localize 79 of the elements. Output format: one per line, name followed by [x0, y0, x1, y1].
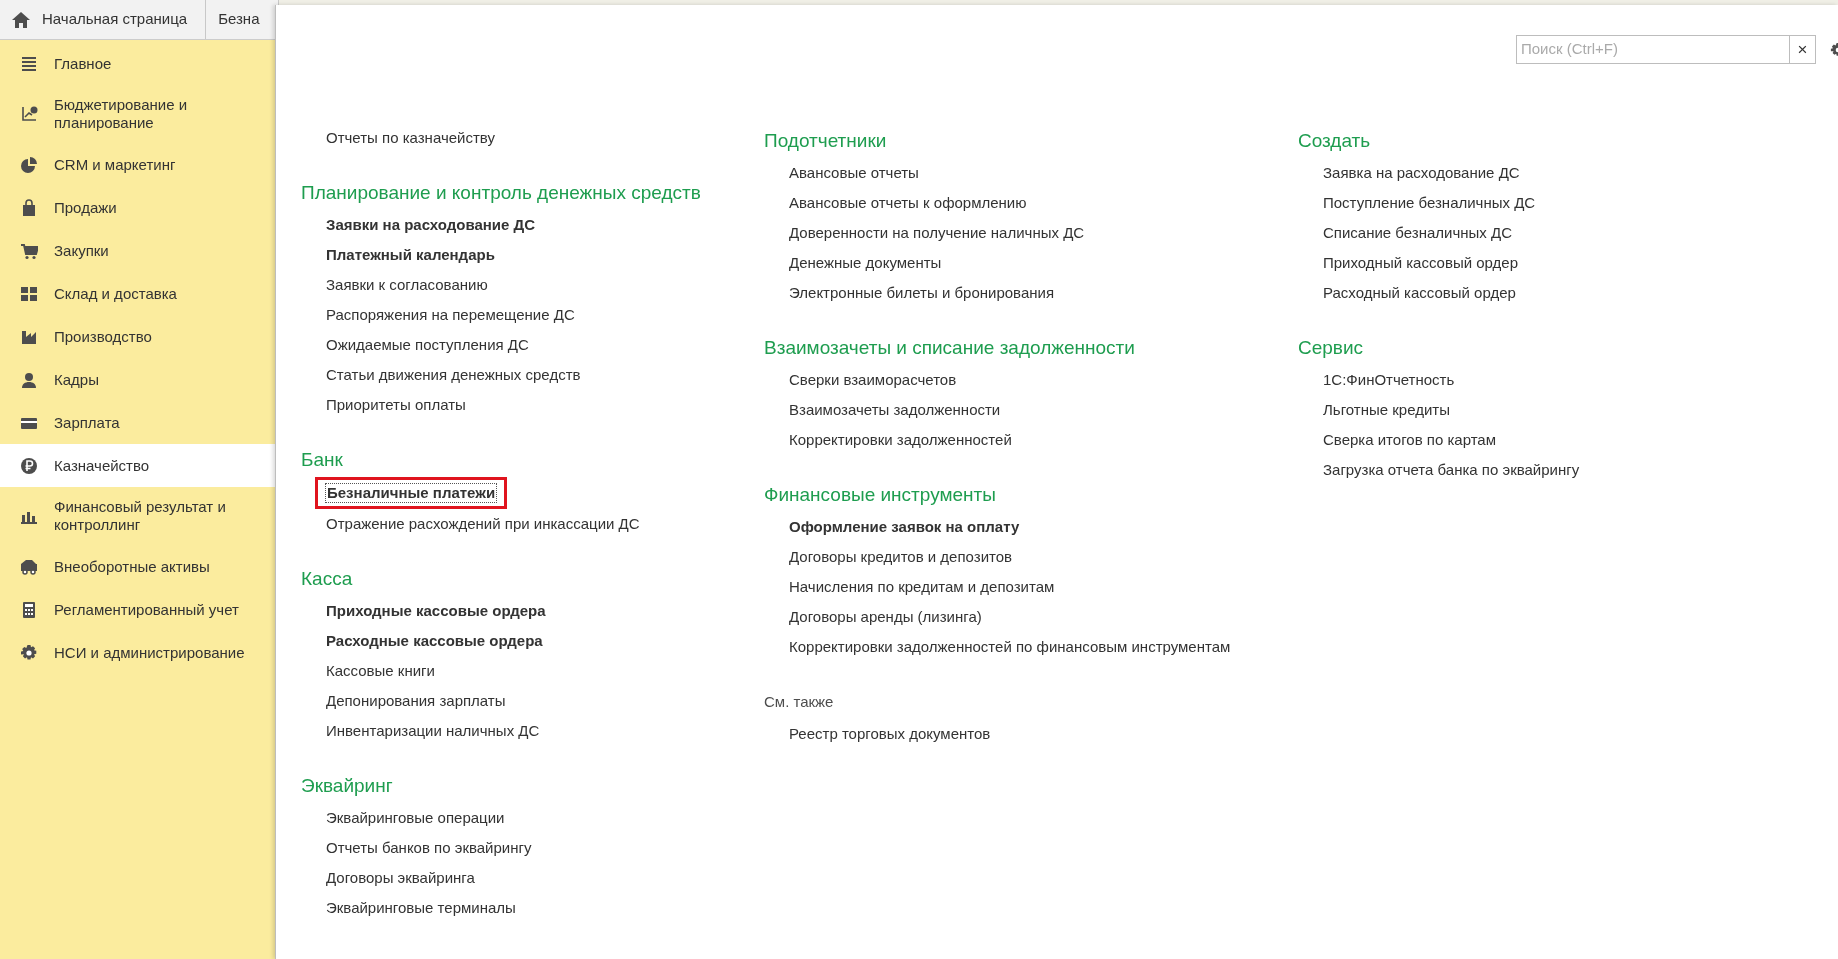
- menu-link[interactable]: Льготные кредиты: [1323, 395, 1838, 425]
- menu-link[interactable]: Статьи движения денежных средств: [326, 360, 764, 390]
- menu-link[interactable]: Расходные кассовые ордера: [326, 626, 764, 656]
- menu-link[interactable]: Ожидаемые поступления ДС: [326, 330, 764, 360]
- sidebar-item[interactable]: Закупки: [0, 229, 275, 272]
- sidebar-item[interactable]: Внеоборотные активы: [0, 545, 275, 588]
- menu-link[interactable]: Заявки к согласованию: [326, 270, 764, 300]
- cart-icon: [20, 241, 38, 260]
- pie-chart-icon: [20, 155, 38, 174]
- menu-link[interactable]: Электронные билеты и бронирования: [789, 278, 1298, 308]
- menu-link[interactable]: Инвентаризации наличных ДС: [326, 716, 764, 746]
- menu-link[interactable]: Загрузка отчета банка по эквайрингу: [1323, 455, 1838, 485]
- shopping-bag-icon: [20, 198, 38, 217]
- settings-icon: [20, 643, 38, 662]
- section-heading: Финансовые инструменты: [764, 483, 997, 507]
- sidebar-item[interactable]: Кадры: [0, 358, 275, 401]
- menu-link[interactable]: Безналичные платежи: [315, 477, 508, 509]
- menu-link[interactable]: Доверенности на получение наличных ДС: [789, 218, 1298, 248]
- person-icon: [20, 370, 38, 389]
- menu-link[interactable]: Начисления по кредитам и депозитам: [789, 572, 1298, 602]
- calculator-icon: [20, 600, 38, 619]
- sidebar-item[interactable]: Производство: [0, 315, 275, 358]
- menu-link[interactable]: Эквайринговые терминалы: [326, 893, 764, 923]
- menu-link[interactable]: Сверка итогов по картам: [1323, 425, 1838, 455]
- section-heading: Эквайринг: [301, 774, 394, 798]
- sidebar-item[interactable]: Бюджетирование и планирование: [0, 85, 275, 143]
- list-icon: [20, 54, 38, 73]
- menu-link[interactable]: Заявки на расходование ДС: [326, 210, 764, 240]
- menu-link[interactable]: Кассовые книги: [326, 656, 764, 686]
- menu-link[interactable]: Договоры эквайринга: [326, 863, 764, 893]
- menu-link[interactable]: Отчеты по казначейству: [326, 123, 764, 153]
- menu-link[interactable]: Отчеты банков по эквайрингу: [326, 833, 764, 863]
- section-heading: Касса: [301, 567, 354, 591]
- sidebar-item[interactable]: Склад и доставка: [0, 272, 275, 315]
- menu-link[interactable]: Приходные кассовые ордера: [326, 596, 764, 626]
- section-heading: Банк: [301, 448, 344, 472]
- sidebar-item[interactable]: Продажи: [0, 186, 275, 229]
- menu-link[interactable]: 1С:ФинОтчетность: [1323, 365, 1838, 395]
- menu-link[interactable]: Приходный кассовый ордер: [1323, 248, 1838, 278]
- sidebar-item[interactable]: Регламентированный учет: [0, 588, 275, 631]
- menu-link[interactable]: Заявка на расходование ДС: [1323, 158, 1838, 188]
- menu-link[interactable]: Реестр торговых документов: [789, 719, 1298, 749]
- menu-link[interactable]: Списание безналичных ДС: [1323, 218, 1838, 248]
- menu-link[interactable]: Депонирования зарплаты: [326, 686, 764, 716]
- ruble-icon: [20, 456, 38, 475]
- section-heading: Планирование и контроль денежных средств: [301, 181, 702, 205]
- menu-link[interactable]: Авансовые отчеты: [789, 158, 1298, 188]
- sidebar-item[interactable]: Финансовый результат и контроллинг: [0, 487, 275, 545]
- menu-link[interactable]: Взаимозачеты задолженности: [789, 395, 1298, 425]
- menu-link[interactable]: Авансовые отчеты к оформлению: [789, 188, 1298, 218]
- sidebar-item[interactable]: НСИ и администрирование: [0, 631, 275, 674]
- search-field[interactable]: Поиск (Ctrl+F) ×: [1516, 35, 1816, 64]
- section-heading: Сервис: [1298, 336, 1365, 360]
- menu-link[interactable]: Договоры аренды (лизинга): [789, 602, 1298, 632]
- section-heading: Создать: [1298, 129, 1372, 153]
- sidebar-item[interactable]: Казначейство: [0, 444, 275, 487]
- menu-link[interactable]: Денежные документы: [789, 248, 1298, 278]
- menu-link[interactable]: Корректировки задолженностей по финансовым инструментам: [789, 632, 1298, 662]
- menu-link[interactable]: Договоры кредитов и депозитов: [789, 542, 1298, 572]
- menu-link[interactable]: Расходный кассовый ордер: [1323, 278, 1838, 308]
- grid-icon: [20, 284, 38, 303]
- menu-link[interactable]: Отражение расхождений при инкассации ДС: [326, 509, 764, 539]
- truck-icon: [20, 557, 38, 576]
- section-heading: Подотчетники: [764, 129, 888, 153]
- section-heading: Взаимозачеты и списание задолженности: [764, 336, 1136, 360]
- sidebar-item[interactable]: Зарплата: [0, 401, 275, 444]
- menu-link[interactable]: Эквайринговые операции: [326, 803, 764, 833]
- menu-link[interactable]: Оформление заявок на оплату: [789, 512, 1298, 542]
- chart-coin-icon: [20, 105, 38, 123]
- menu-link[interactable]: Сверки взаиморасчетов: [789, 365, 1298, 395]
- sidebar-item[interactable]: Главное: [0, 42, 275, 85]
- menu-link[interactable]: Корректировки задолженностей: [789, 425, 1298, 455]
- menu-link[interactable]: Распоряжения на перемещение ДС: [326, 300, 764, 330]
- home-icon: [12, 11, 30, 28]
- see-also-heading: См. также: [764, 692, 835, 712]
- menu-link[interactable]: Приоритеты оплаты: [326, 390, 764, 420]
- sidebar-item[interactable]: CRM и маркетинг: [0, 143, 275, 186]
- menu-link[interactable]: Поступление безналичных ДС: [1323, 188, 1838, 218]
- menu-link[interactable]: Платежный календарь: [326, 240, 764, 270]
